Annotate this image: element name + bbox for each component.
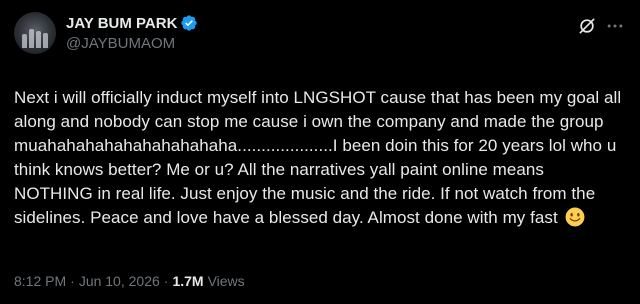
avatar[interactable] <box>14 12 56 54</box>
views-count: 1.7M <box>172 273 204 289</box>
tweet-header: JAY BUM PARK @JAYBUMAOM <box>14 12 626 60</box>
name-row: JAY BUM PARK <box>66 13 198 33</box>
timestamp-time[interactable]: 8:12 PM <box>14 273 66 289</box>
tweet-text: Next i will officially induct myself int… <box>14 86 624 230</box>
meta-separator: · <box>163 273 169 289</box>
author-names: JAY BUM PARK @JAYBUMAOM <box>66 12 198 52</box>
meta-separator: · <box>70 273 75 289</box>
avatar-figure <box>22 34 27 48</box>
avatar-figure <box>43 33 48 48</box>
verified-badge-icon <box>180 14 198 32</box>
views-label: Views <box>207 273 245 289</box>
avatar-figure <box>29 29 34 48</box>
handle[interactable]: @JAYBUMAOM <box>66 35 198 52</box>
header-actions <box>576 12 626 37</box>
more-dots-icon[interactable] <box>604 15 626 37</box>
tweet-text-content: Next i will officially induct myself int… <box>14 88 622 227</box>
tweet: JAY BUM PARK @JAYBUMAOM Next i will offi… <box>0 0 640 304</box>
tweet-meta: 8:12 PM · Jun 10, 2026 · 1.7M Views <box>14 273 245 289</box>
grok-slash-icon[interactable] <box>576 15 598 37</box>
slightly-smiling-face-icon <box>565 207 585 227</box>
display-name[interactable]: JAY BUM PARK <box>66 15 177 32</box>
timestamp-date[interactable]: Jun 10, 2026 <box>79 273 160 289</box>
avatar-figure <box>36 31 41 48</box>
